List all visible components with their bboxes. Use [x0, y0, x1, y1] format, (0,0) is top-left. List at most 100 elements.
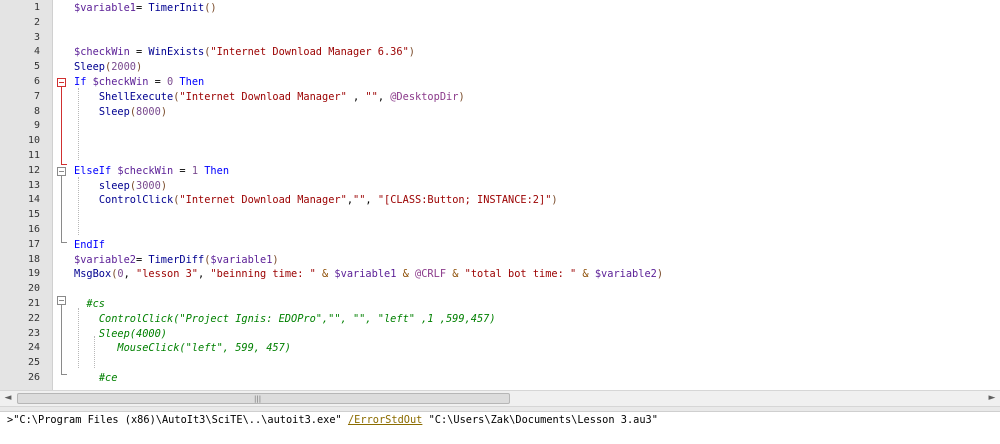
code-token: sleep: [98, 179, 130, 192]
code-text[interactable]: MouseClick("left", 599, 457): [74, 341, 291, 356]
code-line[interactable]: 16: [0, 223, 1000, 238]
code-token: TimerInit: [148, 2, 205, 14]
code-text[interactable]: ElseIf $checkWin = 1 Then: [74, 164, 229, 179]
code-line[interactable]: 25: [0, 356, 1000, 371]
code-token: "beinning time: ": [210, 268, 316, 281]
fold-line: [61, 87, 62, 164]
line-number: 5: [33, 61, 40, 73]
indent-guide: [78, 308, 79, 368]
code-line[interactable]: 22 ControlClick("Project Ignis: EDOPro",…: [0, 312, 1000, 327]
code-text[interactable]: $checkWin = WinExists("Internet Download…: [74, 45, 415, 60]
code-token: 8000: [136, 105, 161, 118]
line-number: 25: [27, 357, 40, 369]
code-token: "[CLASS:Button; INSTANCE:2]": [377, 194, 552, 207]
scrollbar-thumb[interactable]: |||: [17, 393, 510, 404]
code-text[interactable]: $variable1= TimerInit(): [74, 1, 217, 16]
line-number: 15: [27, 209, 40, 221]
scroll-left-icon[interactable]: ◄: [0, 391, 16, 406]
code-line[interactable]: 20: [0, 282, 1000, 297]
code-line[interactable]: 23 Sleep(4000): [0, 327, 1000, 342]
code-token: 3000: [136, 179, 161, 192]
code-token: @DesktopDir: [390, 90, 459, 103]
code-token: $variable1: [334, 268, 397, 281]
code-text[interactable]: #ce: [74, 371, 118, 386]
code-token: #cs: [86, 298, 106, 310]
code-line[interactable]: 11: [0, 149, 1000, 164]
code-text[interactable]: Sleep(8000): [74, 105, 167, 120]
code-token: &: [315, 268, 335, 281]
code-line[interactable]: 10: [0, 134, 1000, 149]
code-token: Sleep: [98, 105, 130, 118]
code-line[interactable]: 8 Sleep(8000): [0, 105, 1000, 120]
code-line[interactable]: 19 MsgBox(0, "lesson 3", "beinning time: …: [0, 267, 1000, 282]
code-line[interactable]: 24 MouseClick("left", 599, 457): [0, 341, 1000, 356]
code-text[interactable]: MsgBox(0, "lesson 3", "beinning time: " …: [74, 267, 663, 282]
code-line[interactable]: 2: [0, 16, 1000, 31]
code-text[interactable]: EndIf: [74, 238, 105, 253]
code-token: ): [136, 61, 143, 74]
line-number: 4: [33, 46, 40, 58]
code-token: "total bot time: ": [464, 268, 577, 281]
code-text[interactable]: sleep(3000): [74, 179, 167, 194]
indent-guide: [78, 177, 79, 235]
scroll-right-icon[interactable]: ►: [984, 391, 1000, 406]
code-token: $checkWin: [74, 46, 130, 59]
code-token: Sleep: [74, 61, 105, 74]
code-token: Then: [179, 76, 205, 88]
code-line[interactable]: 7 ShellExecute("Internet Download Manage…: [0, 90, 1000, 105]
code-token: ): [408, 46, 415, 59]
code-text[interactable]: $variable2= TimerDiff($variable1): [74, 253, 279, 268]
code-line[interactable]: 1 $variable1= TimerInit(): [0, 1, 1000, 16]
line-number: 8: [33, 105, 40, 117]
code-token: EndIf: [74, 238, 105, 251]
fold-collapse-icon[interactable]: [57, 167, 66, 176]
code-line[interactable]: 12 ElseIf $checkWin = 1 Then: [0, 164, 1000, 179]
code-line[interactable]: 21 #cs: [0, 297, 1000, 312]
code-text[interactable]: ShellExecute("Internet Download Manager"…: [74, 90, 465, 105]
code-line[interactable]: 6 If $checkWin = 0 Then: [0, 75, 1000, 90]
code-token: ,: [123, 268, 137, 281]
code-line[interactable]: 13 sleep(3000): [0, 179, 1000, 194]
code-token: ): [458, 90, 465, 103]
code-line[interactable]: 14 ControlClick("Internet Download Manag…: [0, 193, 1000, 208]
line-number: 21: [27, 298, 40, 309]
code-line[interactable]: 18 $variable2= TimerDiff($variable1): [0, 253, 1000, 268]
line-number: 1: [33, 2, 40, 13]
code-line[interactable]: 4 $checkWin = WinExists("Internet Downloa…: [0, 45, 1000, 60]
line-number: 2: [33, 16, 40, 28]
fold-collapse-icon[interactable]: [57, 296, 66, 305]
code-text[interactable]: ControlClick("Project Ignis: EDOPro","",…: [74, 312, 496, 327]
code-line[interactable]: 15: [0, 208, 1000, 223]
code-token: =: [136, 2, 149, 14]
code-token: ,: [346, 90, 366, 103]
code-text[interactable]: Sleep(2000): [74, 60, 142, 75]
line-number: 26: [27, 372, 40, 383]
line-number: 12: [27, 164, 40, 176]
scrollbar-grip-icon: |||: [254, 395, 262, 403]
line-number: 24: [27, 342, 40, 354]
code-token: ): [272, 253, 279, 266]
code-line[interactable]: 26 #ce: [0, 371, 1000, 386]
output-pane[interactable]: >"C:\Program Files (x86)\AutoIt3\SciTE\.…: [0, 412, 1000, 444]
horizontal-scrollbar[interactable]: ◄ ||| ►: [0, 390, 1000, 407]
code-token: ControlClick("Project Ignis: EDOPro","",…: [98, 312, 496, 325]
code-line[interactable]: 3: [0, 31, 1000, 46]
line-number: 18: [27, 253, 40, 265]
code-token: $variable1: [74, 2, 136, 14]
code-line[interactable]: 17 EndIf: [0, 238, 1000, 253]
code-text[interactable]: Sleep(4000): [74, 327, 167, 342]
code-token: $variable2: [74, 253, 136, 266]
code-editor[interactable]: 1 $variable1= TimerInit() 2 3 4 $checkWin = W…: [0, 0, 1000, 390]
code-token: ,: [365, 194, 378, 207]
code-text[interactable]: If $checkWin = 0 Then: [74, 75, 204, 90]
code-token: ,: [198, 268, 211, 281]
code-line[interactable]: 9: [0, 119, 1000, 134]
fold-end-marker: [61, 368, 67, 375]
output-switch: /ErrorStdOut: [347, 414, 423, 426]
code-token: Then: [204, 164, 230, 177]
code-line[interactable]: 5 Sleep(2000): [0, 60, 1000, 75]
fold-collapse-icon[interactable]: [57, 78, 66, 87]
code-token: 2000: [111, 61, 137, 74]
code-text[interactable]: ControlClick("Internet Download Manager"…: [74, 193, 558, 208]
